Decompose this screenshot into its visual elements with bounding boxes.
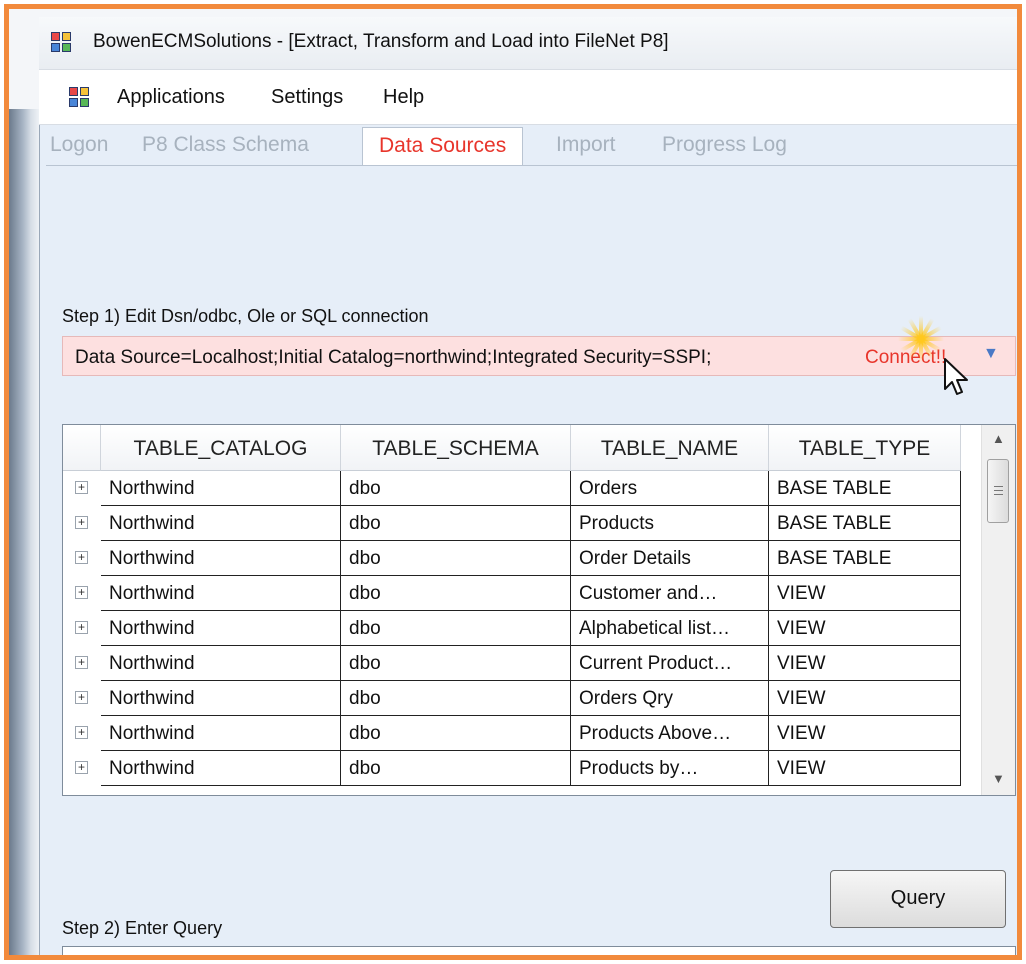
tab-p8-class-schema[interactable]: P8 Class Schema: [142, 133, 309, 157]
table-row[interactable]: + Northwind dbo Order Details BASE TABLE: [63, 541, 981, 576]
expand-row-icon[interactable]: +: [75, 656, 88, 669]
expand-row-icon[interactable]: +: [75, 621, 88, 634]
connection-string-text[interactable]: Data Source=Localhost;Initial Catalog=no…: [75, 347, 711, 369]
cell-table-name[interactable]: Products Above…: [571, 716, 769, 751]
table-row[interactable]: + Northwind dbo Products by… VIEW: [63, 751, 981, 786]
cell-table-catalog[interactable]: Northwind: [101, 751, 341, 786]
vertical-scrollbar[interactable]: ▲ ▼: [981, 425, 1015, 795]
column-header-table-schema[interactable]: TABLE_SCHEMA: [341, 425, 571, 471]
cell-table-name[interactable]: Alphabetical list…: [571, 611, 769, 646]
cell-table-schema[interactable]: dbo: [341, 611, 571, 646]
table-row[interactable]: + Northwind dbo Orders BASE TABLE: [63, 471, 981, 506]
step1-label: Step 1) Edit Dsn/odbc, Ole or SQL connec…: [62, 306, 429, 326]
cell-table-catalog[interactable]: Northwind: [101, 471, 341, 506]
menu-applications[interactable]: Applications: [117, 86, 225, 109]
cell-table-name[interactable]: Products: [571, 506, 769, 541]
menu-help[interactable]: Help: [383, 86, 424, 109]
cell-table-catalog[interactable]: Northwind: [101, 646, 341, 681]
cell-table-type[interactable]: BASE TABLE: [769, 471, 961, 506]
cell-table-name[interactable]: Products by…: [571, 751, 769, 786]
cell-table-type[interactable]: VIEW: [769, 716, 961, 751]
table-row[interactable]: + Northwind dbo Customer and… VIEW: [63, 576, 981, 611]
cell-table-type[interactable]: VIEW: [769, 576, 961, 611]
tab-strip: Logon P8 Class Schema Data Sources Impor…: [40, 125, 1017, 167]
column-header-table-type[interactable]: TABLE_TYPE: [769, 425, 961, 471]
connection-string-combobox[interactable]: Data Source=Localhost;Initial Catalog=no…: [62, 316, 1016, 395]
scroll-down-icon[interactable]: ▼: [992, 771, 1005, 786]
cell-table-name[interactable]: Order Details: [571, 541, 769, 576]
main-client-area: Logon P8 Class Schema Data Sources Impor…: [39, 125, 1017, 955]
column-header-table-name[interactable]: TABLE_NAME: [571, 425, 769, 471]
cell-table-schema[interactable]: dbo: [341, 646, 571, 681]
tab-import[interactable]: Import: [556, 133, 616, 157]
cell-table-catalog[interactable]: Northwind: [101, 541, 341, 576]
menu-settings[interactable]: Settings: [271, 86, 343, 109]
cell-table-schema[interactable]: dbo: [341, 471, 571, 506]
expand-row-icon[interactable]: +: [75, 551, 88, 564]
tab-progress-log[interactable]: Progress Log: [662, 133, 787, 157]
cell-table-type[interactable]: VIEW: [769, 751, 961, 786]
cell-table-schema[interactable]: dbo: [341, 506, 571, 541]
cell-table-name[interactable]: Orders: [571, 471, 769, 506]
cell-table-schema[interactable]: dbo: [341, 681, 571, 716]
table-row[interactable]: + Northwind dbo Orders Qry VIEW: [63, 681, 981, 716]
cell-table-type[interactable]: VIEW: [769, 611, 961, 646]
cell-table-name[interactable]: Current Product…: [571, 646, 769, 681]
cell-table-schema[interactable]: dbo: [341, 716, 571, 751]
menu-bar: Applications Settings Help: [39, 69, 1017, 125]
query-textbox[interactable]: SELECT * FROM TABLE: [62, 946, 1016, 955]
step2-label: Step 2) Enter Query: [62, 918, 223, 938]
expand-row-icon[interactable]: +: [75, 691, 88, 704]
cell-table-catalog[interactable]: Northwind: [101, 576, 341, 611]
scroll-thumb[interactable]: [987, 459, 1009, 523]
cell-table-catalog[interactable]: Northwind: [101, 506, 341, 541]
data-sources-panel: Step 1) Edit Dsn/odbc, Ole or SQL connec…: [46, 165, 1017, 955]
cell-table-name[interactable]: Orders Qry: [571, 681, 769, 716]
cell-table-name[interactable]: Customer and…: [571, 576, 769, 611]
system-menu-icon[interactable]: [69, 87, 91, 109]
mouse-cursor-icon: [944, 358, 968, 395]
column-header-table-catalog[interactable]: TABLE_CATALOG: [101, 425, 341, 471]
expand-row-icon[interactable]: +: [75, 481, 88, 494]
chevron-down-icon[interactable]: ▼: [983, 345, 999, 363]
scroll-up-icon[interactable]: ▲: [992, 431, 1005, 446]
tab-data-sources[interactable]: Data Sources: [362, 127, 524, 167]
background-window-edge: [9, 109, 39, 955]
expand-row-icon[interactable]: +: [75, 726, 88, 739]
cell-table-type[interactable]: VIEW: [769, 646, 961, 681]
cell-table-type[interactable]: BASE TABLE: [769, 506, 961, 541]
table-row[interactable]: + Northwind dbo Current Product… VIEW: [63, 646, 981, 681]
cell-table-type[interactable]: VIEW: [769, 681, 961, 716]
window-title: BowenECMSolutions - [Extract, Transform …: [93, 31, 669, 52]
table-row[interactable]: + Northwind dbo Products BASE TABLE: [63, 506, 981, 541]
tab-logon[interactable]: Logon: [50, 133, 108, 157]
schema-data-grid[interactable]: TABLE_CATALOG TABLE_SCHEMA TABLE_NAME TA…: [62, 424, 1016, 796]
table-row[interactable]: + Northwind dbo Alphabetical list… VIEW: [63, 611, 981, 646]
cell-table-schema[interactable]: dbo: [341, 751, 571, 786]
app-icon: [51, 32, 73, 54]
cell-table-catalog[interactable]: Northwind: [101, 681, 341, 716]
connect-button[interactable]: Connect!!: [865, 347, 946, 369]
cell-table-catalog[interactable]: Northwind: [101, 716, 341, 751]
cell-table-catalog[interactable]: Northwind: [101, 611, 341, 646]
screenshot-frame: BowenECMSolutions - [Extract, Transform …: [4, 4, 1022, 960]
expand-row-icon[interactable]: +: [75, 761, 88, 774]
expand-row-icon[interactable]: +: [75, 516, 88, 529]
title-bar: BowenECMSolutions - [Extract, Transform …: [39, 17, 1017, 69]
cell-table-schema[interactable]: dbo: [341, 576, 571, 611]
cell-table-schema[interactable]: dbo: [341, 541, 571, 576]
cell-table-type[interactable]: BASE TABLE: [769, 541, 961, 576]
table-row[interactable]: + Northwind dbo Products Above… VIEW: [63, 716, 981, 751]
query-button[interactable]: Query: [830, 870, 1006, 928]
expand-row-icon[interactable]: +: [75, 586, 88, 599]
grid-row-header-corner: [63, 425, 101, 471]
